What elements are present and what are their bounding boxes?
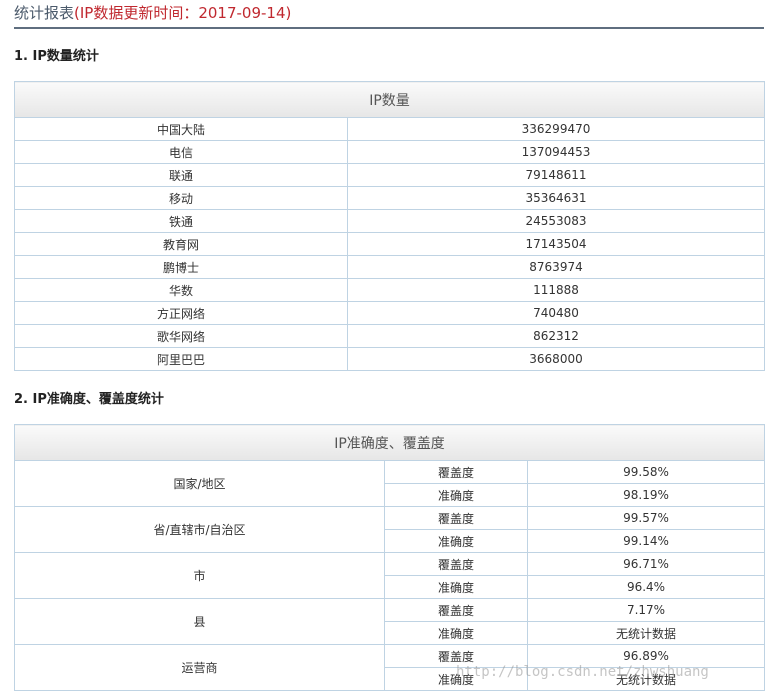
table-row: 教育网 17143504: [14, 232, 766, 256]
isp-name: 电信: [14, 140, 348, 164]
ip-count: 3668000: [346, 347, 766, 371]
table-row: 县 覆盖度 7.17%: [14, 598, 766, 645]
ip-count-table-header: IP数量: [13, 81, 766, 118]
ip-count: 35364631: [346, 186, 766, 210]
metric-value: 7.17%: [526, 598, 766, 622]
table-row: 移动 35364631: [14, 186, 766, 210]
table-row: 中国大陆 336299470: [14, 117, 766, 141]
ip-count: 24553083: [346, 209, 766, 233]
ip-count: 740480: [346, 301, 766, 325]
ip-accuracy-table-header: IP准确度、覆盖度: [13, 424, 766, 461]
isp-name: 方正网络: [14, 301, 348, 325]
metric-label: 覆盖度: [384, 598, 528, 622]
table-row: 电信 137094453: [14, 140, 766, 164]
ip-count: 137094453: [346, 140, 766, 164]
report-title: 统计报表: [14, 4, 75, 22]
metric-value: 99.57%: [526, 506, 766, 530]
ip-count: 17143504: [346, 232, 766, 256]
table-row: 方正网络 740480: [14, 301, 766, 325]
isp-name: 华数: [14, 278, 348, 302]
metric-label: 覆盖度: [384, 506, 528, 530]
metric-label: 准确度: [384, 621, 528, 645]
metric-value: 96.71%: [526, 552, 766, 576]
metric-value: 96.4%: [526, 575, 766, 599]
region-level-label: 市: [14, 552, 385, 599]
metric-label: 覆盖度: [384, 552, 528, 576]
region-level-label: 国家/地区: [14, 460, 385, 507]
metric-label: 覆盖度: [384, 460, 528, 484]
isp-name: 阿里巴巴: [14, 347, 348, 371]
ip-count-table: IP数量 中国大陆 336299470 电信 137094453 联通 7914861…: [13, 81, 766, 371]
isp-name: 歌华网络: [14, 324, 348, 348]
ip-count: 862312: [346, 324, 766, 348]
ip-count: 8763974: [346, 255, 766, 279]
metric-value: 99.58%: [526, 460, 766, 484]
table-row: 国家/地区 覆盖度 99.58%: [14, 460, 766, 507]
region-level-label: 运营商: [14, 644, 385, 691]
metric-value: 99.14%: [526, 529, 766, 553]
section-ip-count-heading: 1. IP数量统计: [14, 49, 99, 64]
table-row: 联通 79148611: [14, 163, 766, 187]
table-row: 歌华网络 862312: [14, 324, 766, 348]
isp-name: 铁通: [14, 209, 348, 233]
metric-value: 98.19%: [526, 483, 766, 507]
metric-value: 无统计数据: [526, 621, 766, 645]
region-level-label: 县: [14, 598, 385, 645]
metric-label: 准确度: [384, 529, 528, 553]
section-accuracy-heading: 2. IP准确度、覆盖度统计: [14, 392, 164, 407]
table-row: 华数 111888: [14, 278, 766, 302]
isp-name: 移动: [14, 186, 348, 210]
blog-watermark: http://blog.csdn.net/zhwshuang: [456, 664, 709, 680]
metric-label: 准确度: [384, 575, 528, 599]
ip-count: 111888: [346, 278, 766, 302]
table-row: 阿里巴巴 3668000: [14, 347, 766, 371]
ip-count: 79148611: [346, 163, 766, 187]
isp-name: 鹏博士: [14, 255, 348, 279]
report-header: 统计报表(IP数据更新时间：2017-09-14): [14, 3, 764, 29]
isp-name: 中国大陆: [14, 117, 348, 141]
ip-accuracy-table: IP准确度、覆盖度 国家/地区 覆盖度 99.58% 准确度 98.19% 省/…: [13, 424, 766, 691]
table-row: 市 覆盖度 96.71%: [14, 552, 766, 599]
isp-name: 教育网: [14, 232, 348, 256]
isp-name: 联通: [14, 163, 348, 187]
ip-count: 336299470: [346, 117, 766, 141]
region-level-label: 省/直辖市/自治区: [14, 506, 385, 553]
table-row: 铁通 24553083: [14, 209, 766, 233]
table-row: 鹏博士 8763974: [14, 255, 766, 279]
table-row: 省/直辖市/自治区 覆盖度 99.57%: [14, 506, 766, 553]
metric-label: 准确度: [384, 483, 528, 507]
update-time: (IP数据更新时间：2017-09-14): [74, 4, 292, 22]
